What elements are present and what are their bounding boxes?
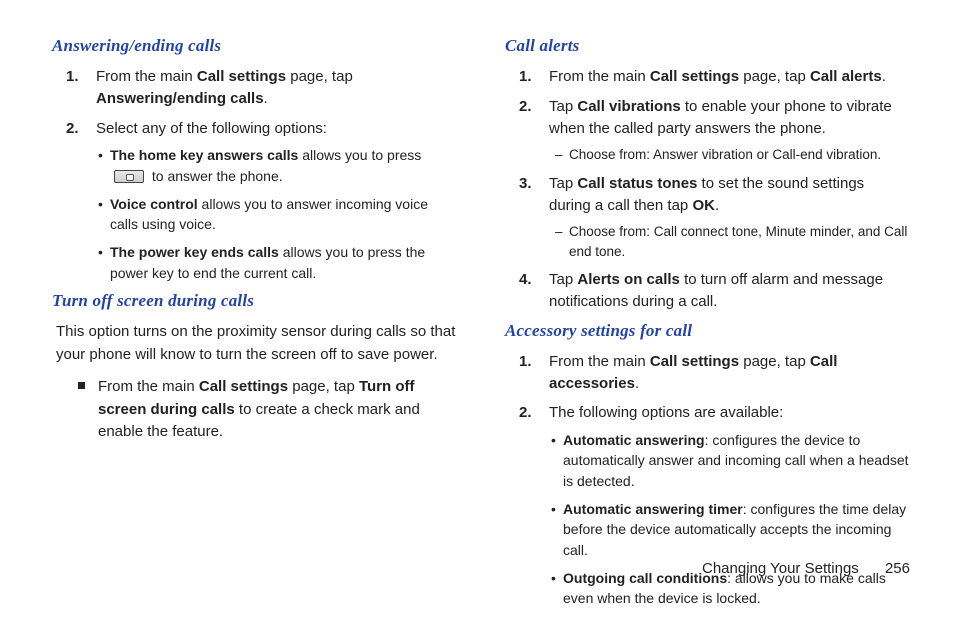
- text: page, tap: [288, 378, 359, 395]
- square-bullet-list: From the main Call settings page, tap Tu…: [52, 376, 457, 444]
- sub-list: Choose from: Answer vibration or Call-en…: [549, 145, 910, 165]
- answering-steps: 1. From the main Call settings page, tap…: [52, 66, 457, 283]
- text: Tap: [549, 98, 577, 115]
- heading-call-alerts: Call alerts: [505, 36, 910, 56]
- bold: Alerts on calls: [577, 271, 680, 288]
- step-marker: 1.: [66, 66, 79, 88]
- call-alerts-steps: 1. From the main Call settings page, tap…: [505, 66, 910, 313]
- heading-accessory-settings: Accessory settings for call: [505, 321, 910, 341]
- options-list: The home key answers calls allows you to…: [96, 145, 457, 283]
- bold: The home key answers calls: [110, 147, 298, 163]
- sub-list: Choose from: Call connect tone, Minute m…: [549, 222, 910, 261]
- bold: Automatic answering timer: [563, 501, 743, 517]
- step-4: 4. Tap Alerts on calls to turn off alarm…: [531, 269, 910, 313]
- right-column: Call alerts 1. From the main Call settin…: [505, 32, 910, 540]
- step-marker: 2.: [519, 402, 532, 424]
- bold: Automatic answering: [563, 432, 705, 448]
- footer-label: Changing Your Settings: [702, 560, 859, 577]
- heading-answering-ending: Answering/ending calls: [52, 36, 457, 56]
- step-marker: 1.: [519, 66, 532, 88]
- bold: Call vibrations: [577, 98, 680, 115]
- list-item: Choose from: Answer vibration or Call-en…: [555, 145, 910, 165]
- list-item: Automatic answering: configures the devi…: [551, 430, 910, 491]
- list-item: Automatic answering timer: configures th…: [551, 499, 910, 560]
- bold: Call alerts: [810, 68, 882, 85]
- text: From the main: [96, 68, 197, 85]
- page-body: Answering/ending calls 1. From the main …: [0, 0, 954, 556]
- bold: Call status tones: [577, 175, 697, 192]
- step-2: 2. Select any of the following options: …: [78, 118, 457, 284]
- text: From the main: [549, 353, 650, 370]
- bold: OK: [692, 197, 715, 214]
- step-marker: 2.: [66, 118, 79, 140]
- list-item: The power key ends calls allows you to p…: [98, 242, 457, 283]
- page-number: 256: [885, 560, 910, 577]
- text: .: [882, 68, 886, 85]
- step-1: 1. From the main Call settings page, tap…: [531, 351, 910, 395]
- text: Select any of the following options:: [96, 120, 327, 137]
- home-key-icon: [114, 170, 144, 183]
- text: Tap: [549, 175, 577, 192]
- list-item: Choose from: Call connect tone, Minute m…: [555, 222, 910, 261]
- step-marker: 1.: [519, 351, 532, 373]
- step-2: 2. Tap Call vibrations to enable your ph…: [531, 96, 910, 165]
- bold: The power key ends calls: [110, 244, 279, 260]
- text: .: [635, 375, 639, 392]
- bold: Answering/ending calls: [96, 90, 264, 107]
- step-marker: 4.: [519, 269, 532, 291]
- text: .: [264, 90, 268, 107]
- text: The following options are available:: [549, 404, 783, 421]
- step-1: 1. From the main Call settings page, tap…: [531, 66, 910, 88]
- list-item: From the main Call settings page, tap Tu…: [78, 376, 457, 444]
- text: .: [715, 197, 719, 214]
- heading-turn-off-screen: Turn off screen during calls: [52, 291, 457, 311]
- text: From the main: [98, 378, 199, 395]
- text: From the main: [549, 68, 650, 85]
- text: Tap: [549, 271, 577, 288]
- paragraph: This option turns on the proximity senso…: [56, 321, 457, 366]
- text: to answer the phone.: [148, 168, 283, 184]
- bold: Call settings: [650, 353, 739, 370]
- step-marker: 2.: [519, 96, 532, 118]
- page-footer: Changing Your Settings 256: [0, 556, 954, 577]
- bold: Call settings: [650, 68, 739, 85]
- text: allows you to press: [298, 147, 421, 163]
- left-column: Answering/ending calls 1. From the main …: [52, 32, 457, 540]
- list-item: The home key answers calls allows you to…: [98, 145, 457, 186]
- text: page, tap: [739, 68, 810, 85]
- options-list: Automatic answering: configures the devi…: [549, 430, 910, 608]
- bold: Call settings: [197, 68, 286, 85]
- bold: Call settings: [199, 378, 288, 395]
- step-3: 3. Tap Call status tones to set the soun…: [531, 173, 910, 262]
- list-item: Voice control allows you to answer incom…: [98, 194, 457, 235]
- step-marker: 3.: [519, 173, 532, 195]
- bold: Voice control: [110, 196, 198, 212]
- text: page, tap: [286, 68, 353, 85]
- text: page, tap: [739, 353, 810, 370]
- step-2: 2. The following options are available: …: [531, 402, 910, 608]
- step-1: 1. From the main Call settings page, tap…: [78, 66, 457, 110]
